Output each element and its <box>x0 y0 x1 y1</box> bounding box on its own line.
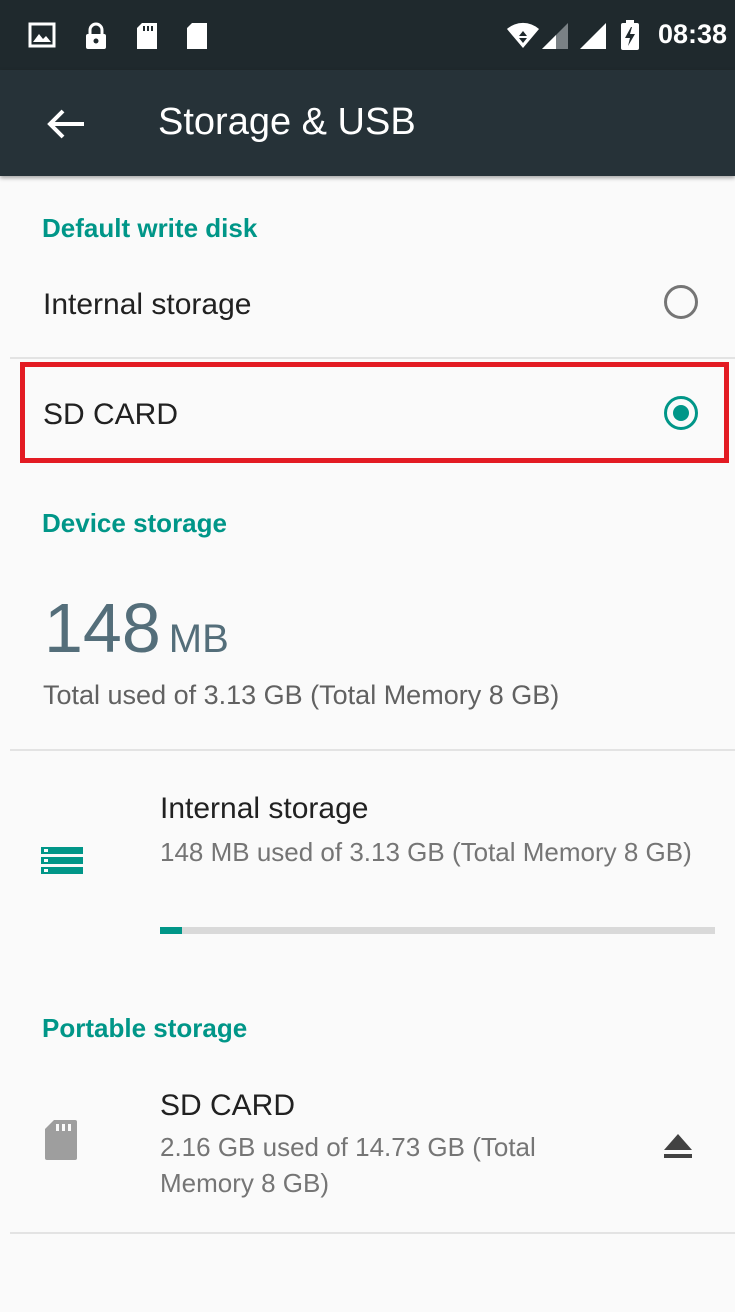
section-header-default-write-disk: Default write disk <box>42 213 258 243</box>
page-title: Storage & USB <box>158 101 416 143</box>
app-toolbar: Storage & USB <box>0 70 735 176</box>
used-unit: MB <box>168 617 229 661</box>
section-header-portable-storage: Portable storage <box>42 1013 248 1043</box>
lock-icon <box>86 22 106 49</box>
divider <box>10 1232 735 1234</box>
option-label: Internal storage <box>43 288 252 321</box>
status-time: 08:38 <box>657 19 727 49</box>
used-storage-value: 148 MB <box>44 588 229 679</box>
section-header-device-storage: Device storage <box>42 508 227 538</box>
signal-icon <box>542 23 568 49</box>
eject-icon[interactable] <box>656 1128 700 1164</box>
radio-button-sd-card[interactable] <box>664 396 698 430</box>
screen: 08:38 Storage & USB Default write disk I… <box>0 0 735 1312</box>
used-value: 148 <box>44 589 161 667</box>
status-bar: 08:38 <box>0 0 735 70</box>
progress-fill <box>160 927 183 934</box>
sd-card-icon <box>45 1120 77 1160</box>
sim-card-icon <box>137 23 157 49</box>
image-icon <box>28 22 56 48</box>
internal-storage-detail: 148 MB used of 3.13 GB (Total Memory 8 G… <box>160 837 692 867</box>
storage-icon <box>41 847 83 874</box>
arrow-left-icon[interactable] <box>38 96 94 152</box>
sd-card-icon <box>187 23 207 49</box>
storage-summary: Total used of 3.13 GB (Total Memory 8 GB… <box>43 680 560 710</box>
signal-icon <box>580 23 606 49</box>
radio-button-internal-storage[interactable] <box>664 285 698 319</box>
sd-card-title: SD CARD <box>160 1089 296 1122</box>
internal-storage-title: Internal storage <box>160 792 369 825</box>
wifi-icon <box>507 22 539 48</box>
battery-icon <box>621 20 639 50</box>
option-label: SD CARD <box>43 398 179 431</box>
sd-card-detail: 2.16 GB used of 14.73 GB (Total Memory 8… <box>160 1132 536 1198</box>
divider <box>10 749 735 751</box>
divider <box>10 357 735 359</box>
internal-storage-progress <box>160 927 715 934</box>
